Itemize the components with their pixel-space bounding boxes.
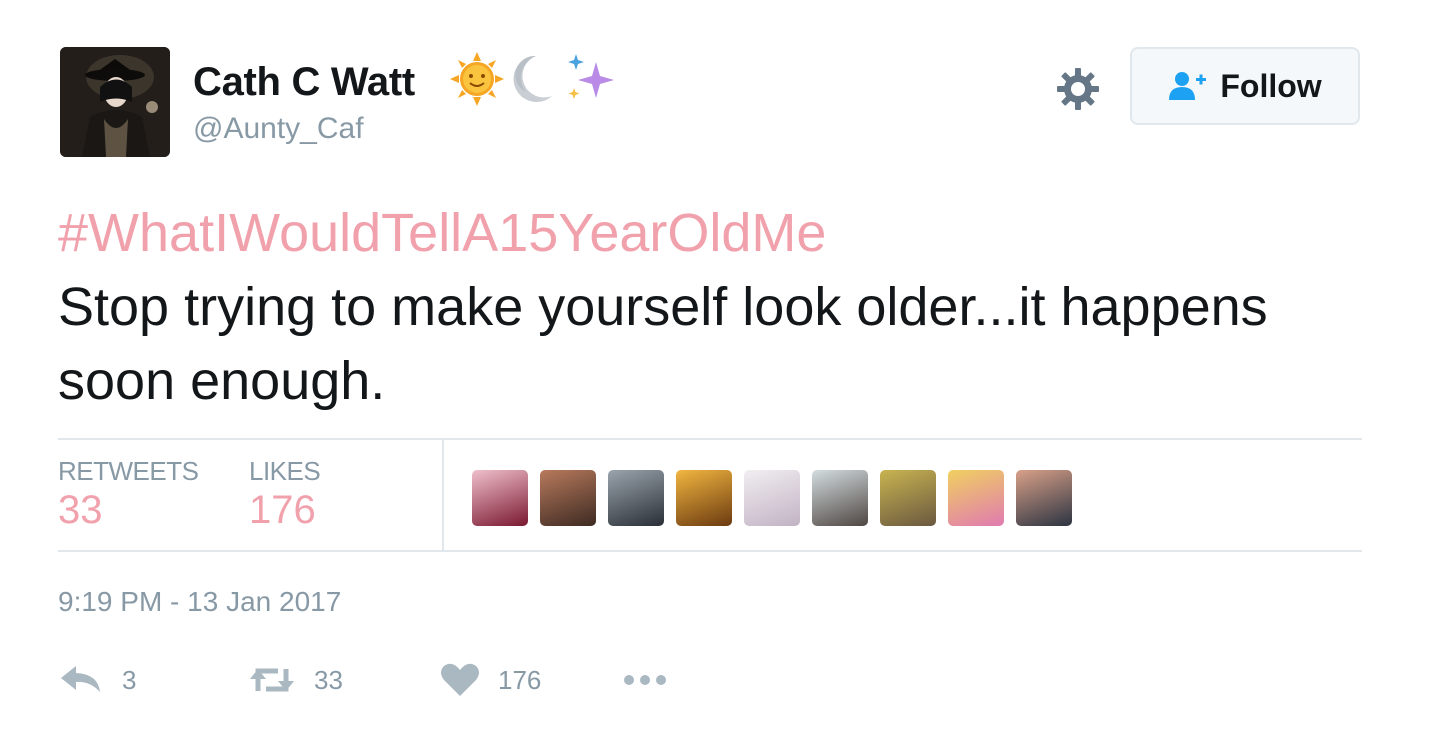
more-options-button[interactable]	[622, 658, 668, 702]
follow-button[interactable]: Follow	[1130, 47, 1360, 125]
liker-avatar-4[interactable]	[676, 470, 732, 526]
heart-icon	[441, 663, 479, 696]
retweet-icon	[250, 668, 294, 692]
retweets-count[interactable]: 33	[58, 488, 103, 533]
like-count: 176	[498, 664, 542, 695]
sun-with-face-icon	[450, 52, 504, 106]
retweet-count: 33	[314, 664, 343, 695]
stats-vertical-divider	[442, 440, 444, 550]
liker-avatar-3[interactable]	[608, 470, 664, 526]
stats-top-divider	[58, 438, 1362, 440]
liker-avatar-1[interactable]	[472, 470, 528, 526]
likes-count[interactable]: 176	[249, 488, 316, 533]
liker-avatar-5[interactable]	[744, 470, 800, 526]
name-emojis	[450, 52, 620, 106]
author-avatar[interactable]	[60, 47, 170, 157]
gear-icon[interactable]	[1055, 66, 1101, 112]
hashtag-link[interactable]: #WhatIWouldTellA15YearOldMe	[58, 196, 1358, 270]
avatar-image	[60, 47, 170, 157]
like-button[interactable]: 176	[440, 658, 541, 702]
retweets-label: RETWEETS	[58, 456, 199, 486]
likes-label: LIKES	[249, 456, 321, 486]
author-handle[interactable]: @Aunty_Caf	[193, 112, 364, 146]
crescent-moon-icon	[513, 55, 552, 102]
follow-label: Follow	[1220, 67, 1322, 104]
sparkles-icon	[568, 54, 614, 99]
reply-icon	[61, 666, 100, 692]
liker-avatar-6[interactable]	[812, 470, 868, 526]
tweet-body: #WhatIWouldTellA15YearOldMe Stop trying …	[58, 196, 1358, 418]
more-dots-icon	[624, 675, 666, 685]
liker-avatar-9[interactable]	[1016, 470, 1072, 526]
liker-avatar-2[interactable]	[540, 470, 596, 526]
tweet-text: Stop trying to make yourself look older.…	[58, 277, 1268, 411]
stats-bottom-divider	[58, 550, 1362, 552]
add-user-icon	[1169, 72, 1207, 100]
liker-avatar-8[interactable]	[948, 470, 1004, 526]
liker-avatar-7[interactable]	[880, 470, 936, 526]
retweet-button[interactable]: 33	[248, 658, 343, 702]
tweet-timestamp[interactable]: 9:19 PM - 13 Jan 2017	[58, 586, 341, 618]
reply-count: 3	[122, 664, 137, 695]
author-name[interactable]: Cath C Watt	[193, 60, 415, 105]
reply-button[interactable]: 3	[58, 658, 136, 702]
tweet-actions: 3 33 176	[58, 658, 758, 702]
